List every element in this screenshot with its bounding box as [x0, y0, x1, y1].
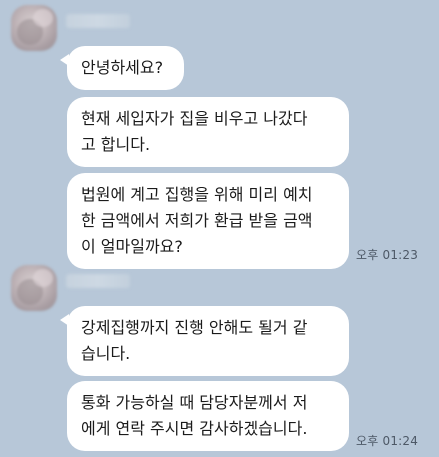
profile-avatar[interactable] — [11, 265, 57, 311]
chat-room: 안녕하세요? 현재 세입자가 집을 비우고 나갔다 고 합니다. 법원에 계고 … — [0, 0, 439, 457]
sender-name-redacted — [66, 274, 130, 288]
message-timestamp: 오후 01:24 — [356, 434, 419, 448]
avatar-blur-shape — [33, 269, 53, 287]
profile-avatar[interactable] — [11, 5, 57, 51]
message-bubble[interactable]: 법원에 계고 집행을 위해 미리 예치 한 금액에서 저희가 환급 받을 금액 … — [67, 173, 349, 269]
message-timestamp: 오후 01:23 — [356, 248, 419, 262]
message-bubble[interactable]: 안녕하세요? — [60, 46, 184, 90]
message-bubble[interactable]: 현재 세입자가 집을 비우고 나갔다 고 합니다. — [67, 97, 349, 167]
message-bubble[interactable]: 강제집행까지 진행 안해도 될거 같 습니다. — [60, 306, 349, 376]
avatar-blur-shape — [33, 9, 53, 27]
message-bubble[interactable]: 통화 가능하실 때 담당자분께서 저 에게 연락 주시면 감사하겠습니다. — [67, 381, 349, 451]
sender-name-redacted — [66, 14, 130, 28]
